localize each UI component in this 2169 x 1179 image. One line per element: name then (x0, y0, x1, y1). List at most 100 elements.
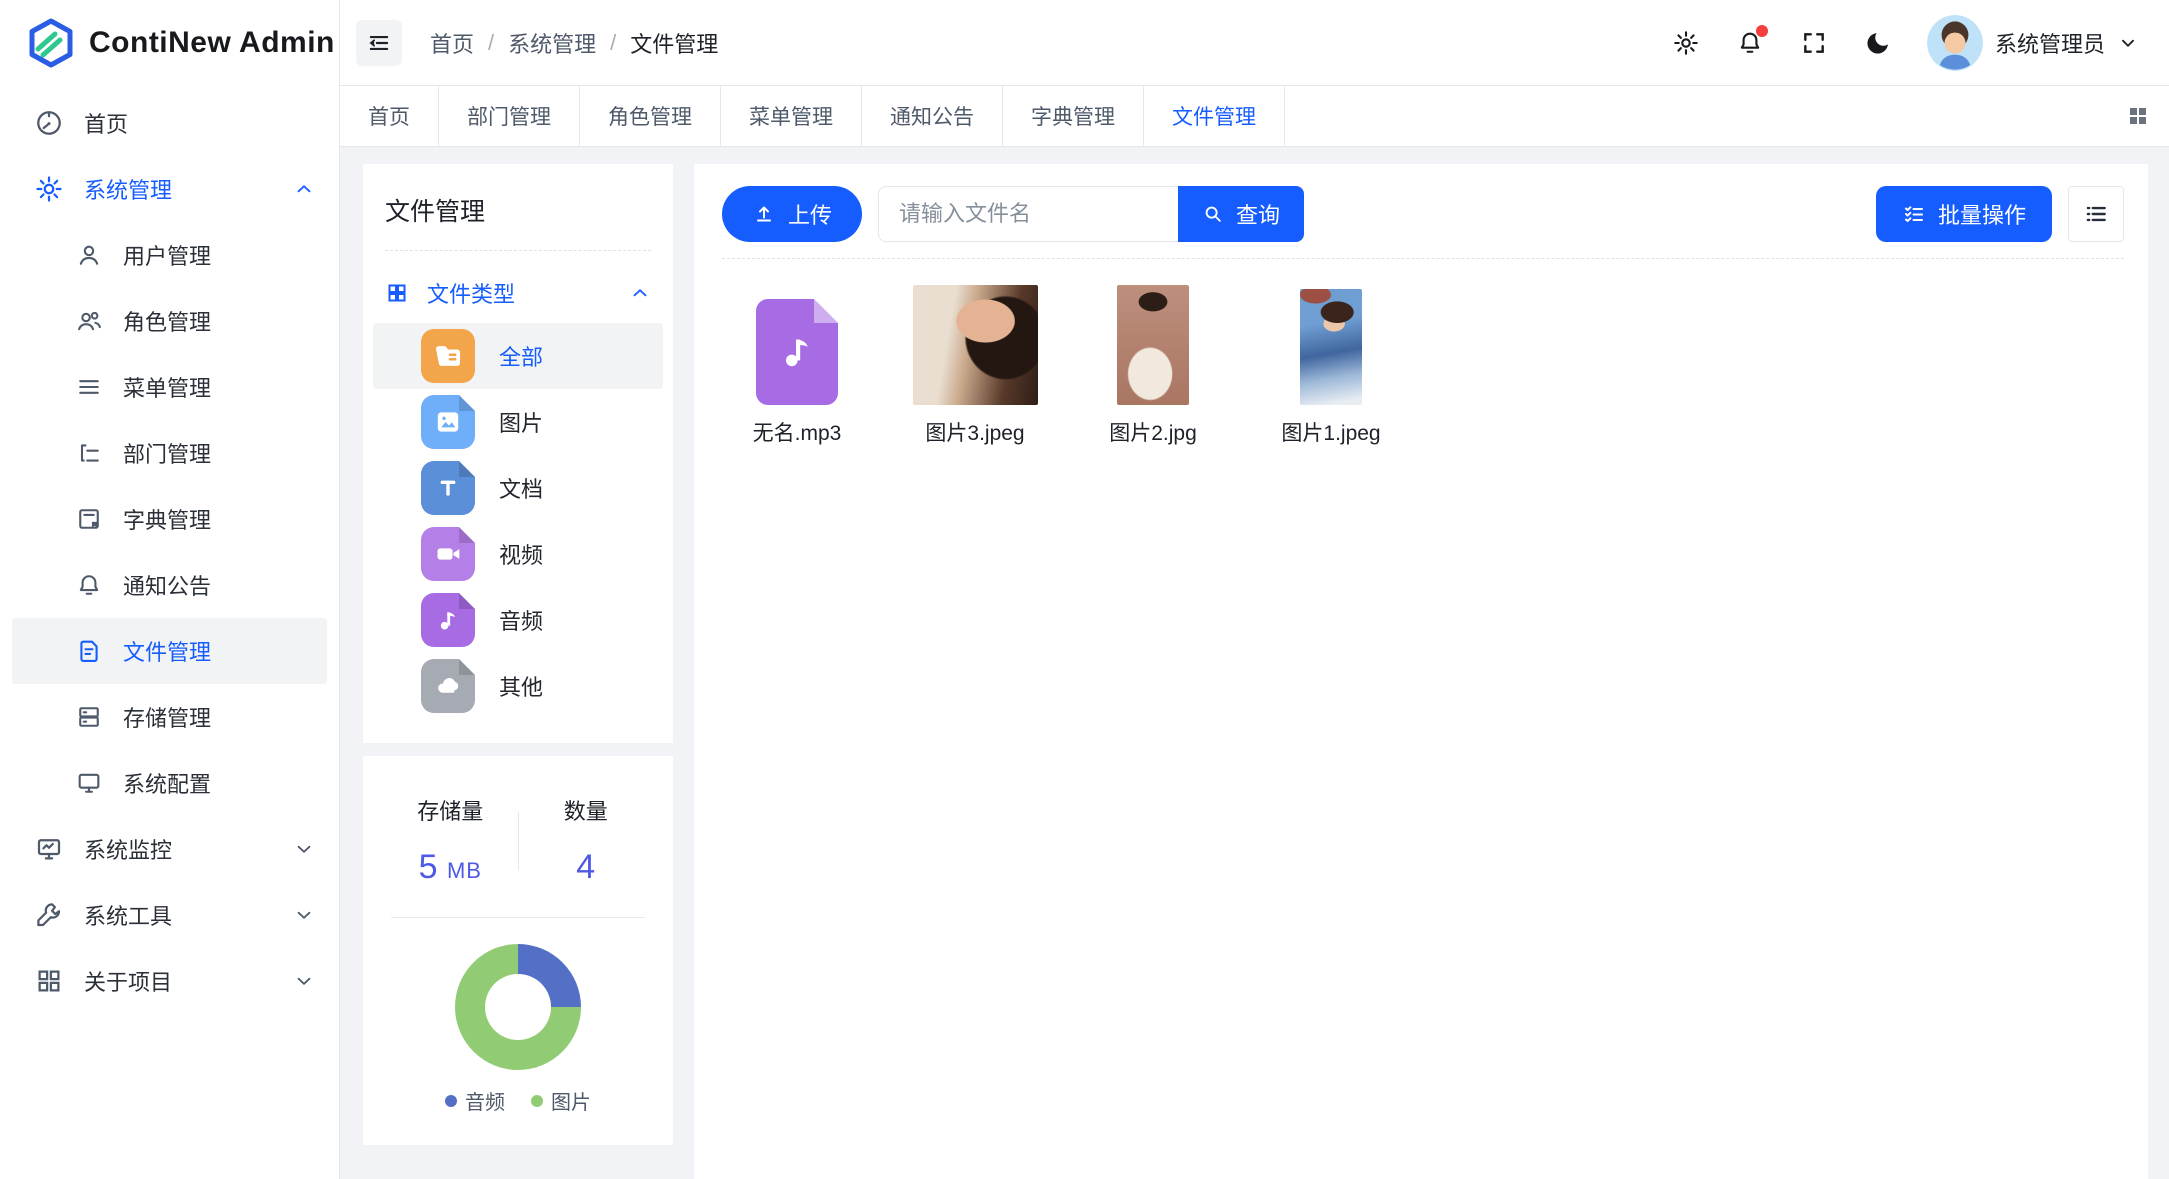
tab-actions-button[interactable] (2107, 86, 2169, 146)
file-type-label: 图片 (499, 406, 543, 438)
moon-icon (1864, 29, 1892, 57)
sidebar-item-config[interactable]: 系统配置 (12, 750, 327, 816)
storage-stat: 存储量 5 MB (383, 794, 518, 887)
book-bookmark-icon (75, 505, 103, 533)
user-icon (75, 241, 103, 269)
file-type-video[interactable]: 视频 (373, 521, 663, 587)
count-value: 4 (576, 848, 595, 887)
sidebar-item-label: 通知公告 (123, 569, 303, 601)
topbar-actions: 系统管理员 (1671, 15, 2139, 71)
file-toolbar: 上传 查询 (722, 186, 2124, 242)
bell-icon (75, 571, 103, 599)
notifications-button[interactable] (1735, 28, 1765, 58)
sidebar-item-label: 系统监控 (84, 833, 273, 865)
query-button[interactable]: 查询 (1178, 186, 1304, 242)
sidebar-item-files[interactable]: 文件管理 (12, 618, 327, 684)
sidebar-item-system[interactable]: 系统管理 (0, 156, 339, 222)
storage-label: 存储量 (417, 794, 483, 826)
tab-departments[interactable]: 部门管理 (439, 86, 580, 146)
audio-file-icon (421, 593, 475, 647)
tab-files[interactable]: 文件管理 (1144, 86, 1285, 146)
dark-mode-button[interactable] (1863, 28, 1893, 58)
legend-dot (531, 1095, 543, 1107)
sidebar-item-about[interactable]: 关于项目 (0, 948, 339, 1014)
file-types-card: 文件管理 文件类型 (363, 164, 673, 743)
file-visual (1300, 283, 1362, 405)
sidebar-item-roles[interactable]: 角色管理 (12, 288, 327, 354)
storage-stats-card: 存储量 5 MB 数量 4 音频 (363, 756, 673, 1145)
sidebar-item-departments[interactable]: 部门管理 (12, 420, 327, 486)
upload-button[interactable]: 上传 (722, 186, 862, 242)
sidebar-item-tools[interactable]: 系统工具 (0, 882, 339, 948)
breadcrumb-item-current: 文件管理 (630, 27, 718, 59)
logo[interactable]: ContiNew Admin (0, 0, 339, 86)
batch-label: 批量操作 (1938, 198, 2026, 230)
audio-file-large-icon (756, 299, 838, 405)
chevron-up-icon (293, 178, 315, 200)
image-file-icon (421, 395, 475, 449)
sidebar-item-label: 部门管理 (123, 437, 303, 469)
legend-dot (445, 1095, 457, 1107)
sidebar-item-monitor[interactable]: 系统监控 (0, 816, 339, 882)
main-column: 首页 / 系统管理 / 文件管理 (340, 0, 2169, 1179)
breadcrumb-item[interactable]: 系统管理 (508, 27, 596, 59)
grid-icon (2126, 104, 2150, 128)
batch-actions-button[interactable]: 批量操作 (1876, 186, 2052, 242)
sidebar-item-label: 关于项目 (84, 965, 273, 997)
sidebar-item-users[interactable]: 用户管理 (12, 222, 327, 288)
file-item-audio[interactable]: 无名.mp3 (722, 283, 872, 447)
view-toggle-button[interactable] (2068, 186, 2124, 242)
tab-roles[interactable]: 角色管理 (580, 86, 721, 146)
storage-donut (455, 944, 581, 1070)
settings-button[interactable] (1671, 28, 1701, 58)
tab-notices[interactable]: 通知公告 (862, 86, 1003, 146)
avatar (1927, 15, 1983, 71)
legend-item[interactable]: 音频 (445, 1086, 505, 1115)
image-thumbnail (913, 285, 1038, 405)
breadcrumb-item[interactable]: 首页 (430, 27, 474, 59)
sidebar-item-label: 菜单管理 (123, 371, 303, 403)
fullscreen-button[interactable] (1799, 28, 1829, 58)
breadcrumb: 首页 / 系统管理 / 文件管理 (430, 27, 718, 59)
fullscreen-icon (1801, 30, 1827, 56)
sidebar-item-label: 文件管理 (123, 635, 303, 667)
file-type-section-header[interactable]: 文件类型 (363, 269, 673, 323)
content-area: 文件管理 文件类型 (340, 147, 2169, 1179)
file-type-other[interactable]: 其他 (373, 653, 663, 719)
file-type-image[interactable]: 图片 (373, 389, 663, 455)
file-type-audio[interactable]: 音频 (373, 587, 663, 653)
file-type-all[interactable]: 全部 (373, 323, 663, 389)
tab-home[interactable]: 首页 (340, 86, 439, 146)
search-input[interactable] (878, 186, 1178, 242)
file-list-card: 上传 查询 (694, 164, 2148, 1179)
sidebar-item-menus[interactable]: 菜单管理 (12, 354, 327, 420)
menu-lines-icon (75, 373, 103, 401)
storage-icon (75, 703, 103, 731)
chevron-down-icon (293, 904, 315, 926)
app-title: ContiNew Admin (89, 26, 335, 60)
sidebar: ContiNew Admin 首页 系统管理 (0, 0, 340, 1179)
monitor-chart-icon (34, 834, 64, 864)
sidebar-collapse-button[interactable] (356, 20, 402, 66)
sidebar-item-dictionary[interactable]: 字典管理 (12, 486, 327, 552)
divider (722, 258, 2124, 259)
user-name: 系统管理员 (1995, 27, 2105, 59)
file-item-image[interactable]: 图片3.jpeg (900, 283, 1050, 447)
tab-menus[interactable]: 菜单管理 (721, 86, 862, 146)
file-item-image[interactable]: 图片1.jpeg (1256, 283, 1406, 447)
sidebar-item-storage[interactable]: 存储管理 (12, 684, 327, 750)
file-item-image[interactable]: 图片2.jpg (1078, 283, 1228, 447)
tab-dictionary[interactable]: 字典管理 (1003, 86, 1144, 146)
chevron-down-icon (293, 838, 315, 860)
file-type-doc[interactable]: 文档 (373, 455, 663, 521)
sidebar-item-notices[interactable]: 通知公告 (12, 552, 327, 618)
other-file-icon (421, 659, 475, 713)
list-icon (2083, 201, 2109, 227)
sidebar-item-home[interactable]: 首页 (0, 90, 339, 156)
user-menu[interactable]: 系统管理员 (1927, 15, 2139, 71)
legend-item[interactable]: 图片 (531, 1086, 591, 1115)
upload-label: 上传 (788, 198, 832, 230)
top-bar: 首页 / 系统管理 / 文件管理 (340, 0, 2169, 86)
file-visual (913, 283, 1038, 405)
grid-small-icon (385, 281, 409, 305)
